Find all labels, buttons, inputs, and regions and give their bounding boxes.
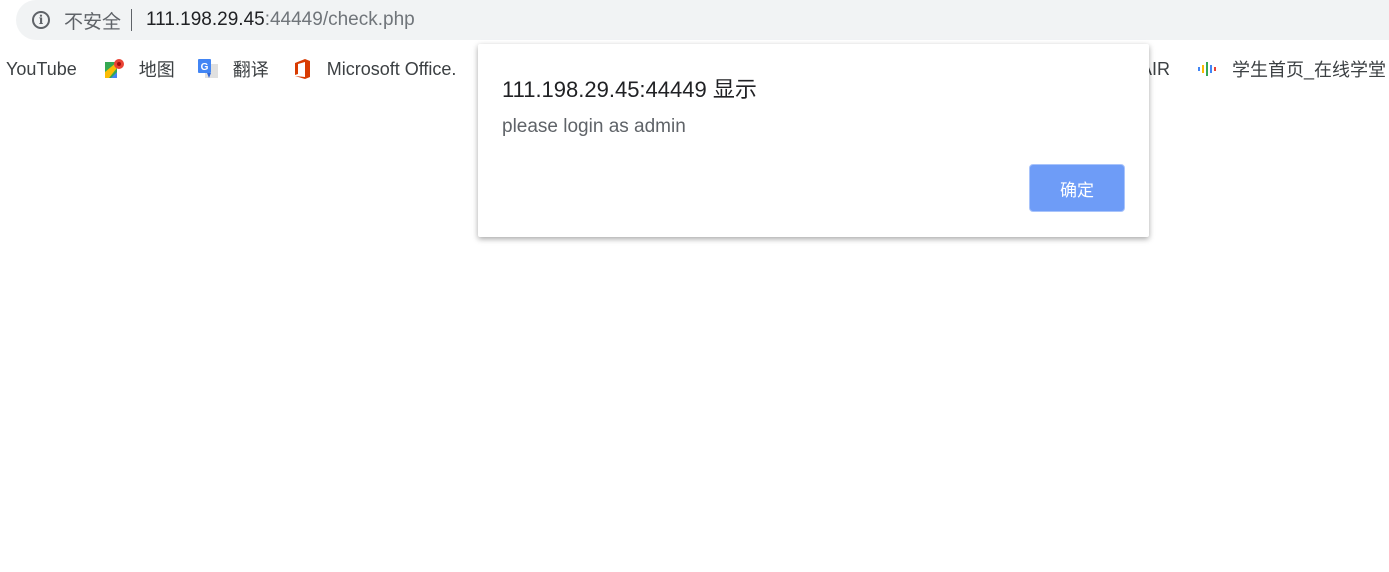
- ok-button[interactable]: 确定: [1029, 164, 1125, 212]
- maps-icon: [104, 59, 124, 78]
- translate-icon: G: [197, 59, 218, 78]
- bookmarks-bar-right: AIR 学生首页_在线学堂: [1140, 54, 1389, 84]
- bookmark-label: 学生首页_在线学堂: [1232, 60, 1387, 80]
- url-path[interactable]: :44449/check.php: [265, 9, 415, 31]
- security-label[interactable]: 不安全: [64, 7, 121, 34]
- address-bar[interactable]: i 不安全 111.198.29.45:44449/check.php: [16, 0, 1389, 40]
- bookmark-label: 地图: [138, 60, 175, 80]
- bookmark-xuetang[interactable]: 学生首页_在线学堂: [1196, 56, 1386, 82]
- svg-text:G: G: [200, 62, 208, 73]
- bookmark-label: Microsoft Office.: [326, 58, 457, 79]
- bookmark-label: YouTube: [6, 58, 77, 79]
- bookmark-office[interactable]: Microsoft Office.: [291, 58, 457, 80]
- dialog-title: 111.198.29.45:44449 显示: [502, 77, 757, 102]
- divider: [131, 9, 133, 31]
- bookmark-translate[interactable]: G 翻译: [197, 56, 269, 82]
- audio-bars-icon: [1198, 62, 1217, 76]
- info-icon[interactable]: i: [32, 11, 50, 29]
- bookmark-maps[interactable]: 地图: [103, 56, 175, 82]
- dialog-message: please login as admin: [502, 116, 686, 137]
- url-host[interactable]: 111.198.29.45: [146, 9, 265, 31]
- alert-dialog: 111.198.29.45:44449 显示 please login as a…: [478, 44, 1149, 237]
- bookmark-label: 翻译: [232, 60, 269, 80]
- bookmark-youtube[interactable]: YouTube: [6, 59, 77, 80]
- bookmarks-bar: YouTube 地图 G 翻译 Microsoft Office.: [0, 54, 478, 84]
- office-icon: [294, 59, 310, 79]
